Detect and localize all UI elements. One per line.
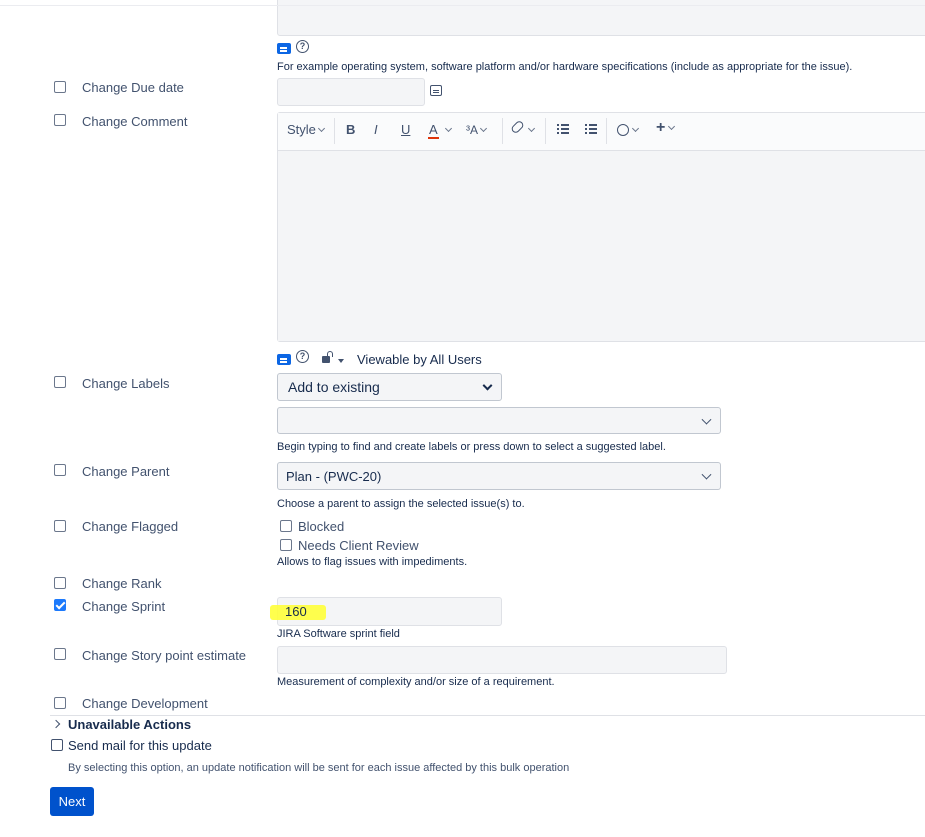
story-points-input[interactable] [277,646,727,674]
top-divider [0,5,925,6]
due-date-input[interactable] [277,78,425,106]
development-label: Change Development [82,696,208,711]
rank-label: Change Rank [82,576,162,591]
next-button[interactable]: Next [50,787,94,816]
chevron-down-icon [701,414,712,425]
bullet-list-icon[interactable] [557,124,569,135]
flagged-checkbox[interactable] [54,520,66,532]
help-icon[interactable]: ? [296,350,309,363]
toolbar-separator [502,118,503,144]
flagged-help: Allows to flag issues with impediments. [277,556,468,568]
section-divider [50,715,925,716]
comment-editor [277,112,925,342]
numbered-list-icon[interactable] [585,124,597,135]
toolbar-separator [606,118,607,144]
toolbar-separator [334,118,335,144]
development-checkbox[interactable] [54,697,66,709]
comment-checkbox[interactable] [54,114,66,126]
font-size-button[interactable]: ³A [466,122,488,138]
toolbar-separator [545,118,546,144]
emoji-dropdown[interactable] [630,122,640,138]
chevron-down-icon [482,380,493,391]
due-date-label: Change Due date [82,80,184,95]
rank-checkbox[interactable] [54,577,66,589]
chevron-right-icon[interactable] [51,719,61,729]
help-icon[interactable]: ? [296,40,309,53]
needs-client-review-label: Needs Client Review [298,538,419,553]
comment-label: Change Comment [82,114,188,129]
needs-client-review-checkbox[interactable] [280,539,292,551]
emoji-icon[interactable] [617,124,629,136]
sprint-checkbox[interactable] [54,599,66,611]
sprint-label: Change Sprint [82,599,166,614]
chevron-down-icon [701,469,712,480]
calendar-icon[interactable] [430,85,442,96]
labels-checkbox[interactable] [54,376,66,388]
flagged-label: Change Flagged [82,519,179,534]
blocked-checkbox[interactable] [280,520,292,532]
blocked-label: Blocked [298,519,345,534]
story-points-label: Change Story point estimate [82,648,247,663]
sprint-value: 160 [285,604,307,619]
italic-button[interactable]: I [374,122,378,138]
link-icon[interactable] [510,119,536,138]
parent-label: Change Parent [82,464,170,479]
labels-mode-select[interactable]: Add to existing [277,373,502,401]
labels-label: Change Labels [82,376,170,391]
send-mail-checkbox[interactable] [51,739,63,751]
send-mail-help: By selecting this option, an update noti… [68,762,570,774]
editor-body[interactable] [278,151,925,341]
due-date-checkbox[interactable] [54,81,66,93]
lock-icon[interactable] [321,351,344,365]
story-points-help: Measurement of complexity and/or size of… [277,676,555,688]
parent-checkbox[interactable] [54,464,66,476]
labels-help: Begin typing to find and create labels o… [277,441,666,453]
sprint-help: JIRA Software sprint field [277,628,400,640]
wiki-markup-icon[interactable] [277,354,291,365]
insert-more-button[interactable]: + [656,120,676,136]
text-color-button[interactable]: A [428,122,452,139]
underline-button[interactable]: U [401,122,410,138]
labels-picker[interactable] [277,407,721,434]
parent-help: Choose a parent to assign the selected i… [277,498,525,510]
bold-button[interactable]: B [346,122,355,138]
send-mail-label: Send mail for this update [68,738,212,753]
story-points-checkbox[interactable] [54,648,66,660]
visibility-label: Viewable by All Users [357,352,482,367]
wiki-markup-icon[interactable] [277,43,291,54]
environment-help: For example operating system, software p… [277,61,853,73]
unavailable-actions-toggle[interactable]: Unavailable Actions [68,717,191,732]
style-dropdown[interactable]: Style [287,122,325,138]
parent-select[interactable]: Plan - (PWC-20) [277,462,721,490]
